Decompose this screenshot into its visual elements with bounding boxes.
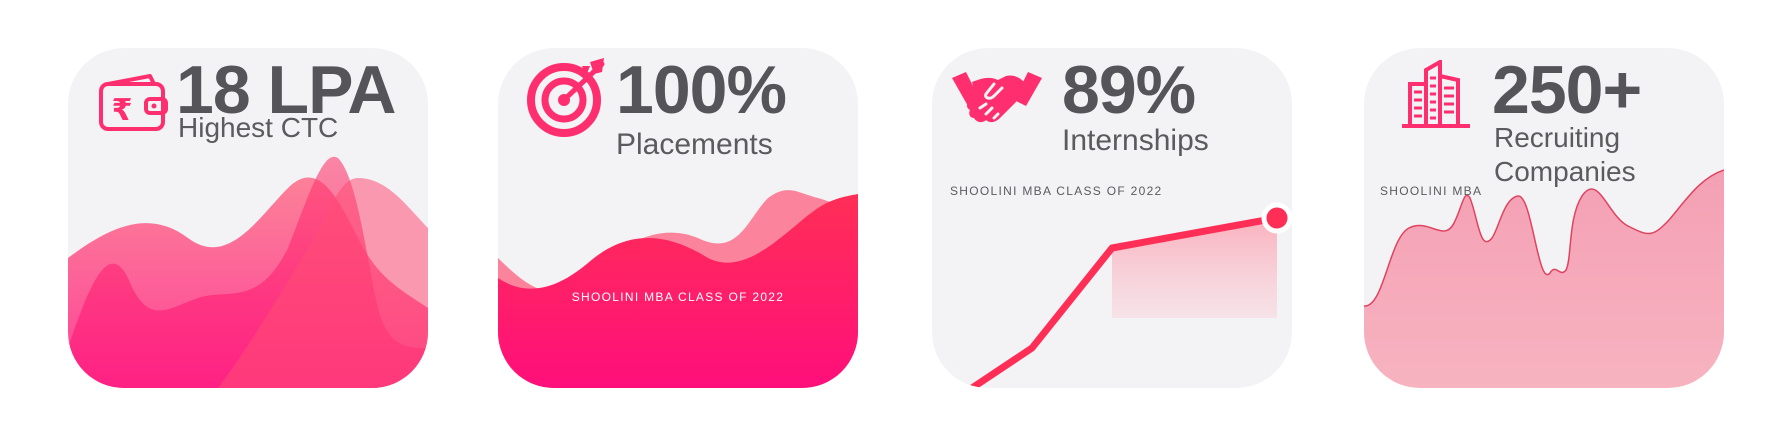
stat-value: 100%	[616, 52, 787, 128]
office-building-icon	[1402, 60, 1470, 128]
stat-label: Placements	[616, 128, 773, 161]
chart-caption: SHOOLINI MBA CLASS OF 2022	[571, 290, 785, 304]
stat-label-line2: Companies	[1494, 156, 1636, 187]
stat-card-placements: 100% Placements SHOOLINI MBA CLASS OF 20…	[498, 48, 858, 388]
rupee-wallet-icon: ₹	[99, 74, 168, 131]
stat-value: 89%	[1062, 52, 1196, 128]
stat-card-recruiting-companies: 250+ Recruiting Companies SHOOLINI MBA	[1364, 48, 1724, 388]
stat-card-highest-ctc: ₹ 18 LPA Highest CTC	[68, 48, 428, 388]
chart-caption: SHOOLINI MBA CLASS OF 2022	[950, 184, 1163, 198]
handshake-icon	[952, 72, 1042, 123]
stat-card-internships: 89% Internships SHOOLINI MBA CLASS OF 20…	[932, 48, 1292, 388]
chart-caption: SHOOLINI MBA	[1380, 184, 1483, 198]
stat-value: 250+	[1492, 52, 1642, 128]
stat-label-line1: Recruiting	[1494, 122, 1621, 153]
stat-label: Internships	[1062, 124, 1209, 157]
target-arrow-icon	[527, 58, 605, 137]
svg-text:₹: ₹	[112, 93, 133, 128]
stat-label: Highest CTC	[178, 112, 339, 143]
